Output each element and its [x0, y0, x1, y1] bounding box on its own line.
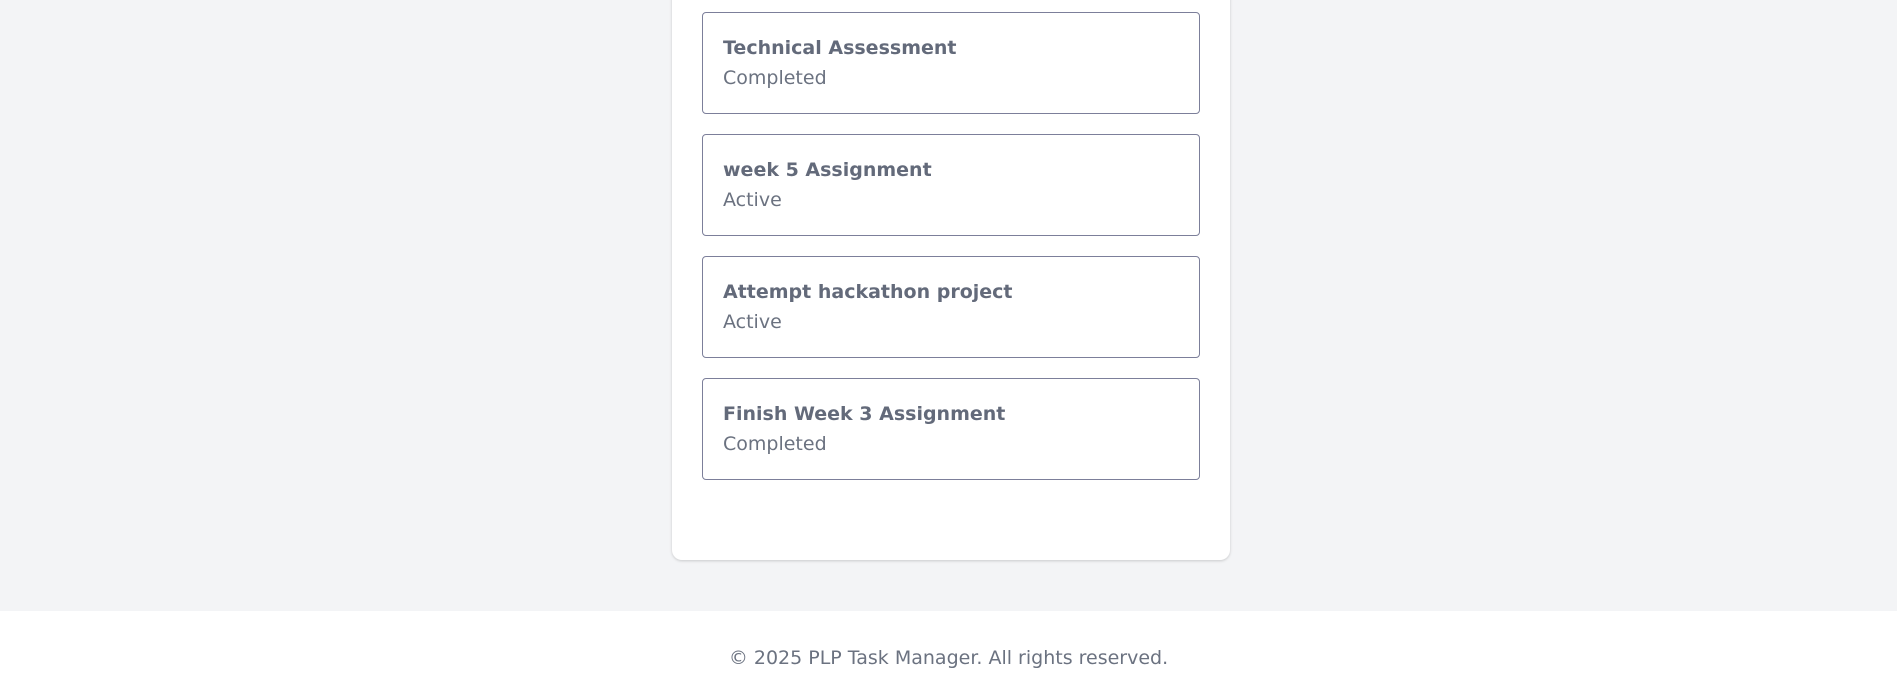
task-list-panel: Technical Assessment Completed week 5 As…	[672, 0, 1230, 560]
main-content-area: Technical Assessment Completed week 5 As…	[0, 0, 1897, 611]
task-status: Active	[723, 311, 782, 333]
task-title: Attempt hackathon project	[723, 281, 1013, 303]
task-title: Finish Week 3 Assignment	[723, 403, 1006, 425]
task-card[interactable]: Technical Assessment Completed	[702, 12, 1200, 114]
page-footer: © 2025 PLP Task Manager. All rights rese…	[0, 611, 1897, 700]
task-title: Technical Assessment	[723, 37, 957, 59]
task-card[interactable]: Attempt hackathon project Active	[702, 256, 1200, 358]
footer-copyright: © 2025 PLP Task Manager. All rights rese…	[728, 647, 1169, 669]
task-status: Completed	[723, 67, 827, 89]
task-status: Completed	[723, 433, 827, 455]
task-card[interactable]: Finish Week 3 Assignment Completed	[702, 378, 1200, 480]
task-status: Active	[723, 189, 782, 211]
task-list: Technical Assessment Completed week 5 As…	[702, 12, 1200, 480]
task-card[interactable]: week 5 Assignment Active	[702, 134, 1200, 236]
task-title: week 5 Assignment	[723, 159, 932, 181]
